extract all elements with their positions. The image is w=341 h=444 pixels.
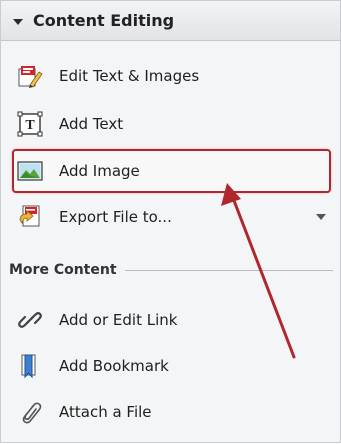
more-content-title: More Content [9,262,117,278]
bookmark-icon [21,354,36,379]
add-text-item[interactable]: T Add Text [17,106,333,142]
add-bookmark-label: Add Bookmark [59,357,169,375]
add-image-label: Add Image [59,162,140,180]
edit-text-images-label: Edit Text & Images [59,67,200,85]
section-divider [124,269,333,271]
export-dropdown-icon[interactable] [316,214,326,220]
export-file-icon [19,205,40,227]
add-edit-link-item[interactable]: Add or Edit Link [17,302,333,338]
attach-file-label: Attach a File [59,403,152,421]
tools-panel: Content Editing Edit Text & Images T Add… [0,0,341,443]
add-bookmark-item[interactable]: Add Bookmark [17,348,333,384]
edit-text-images-icon [18,66,43,88]
content-editing-header[interactable]: Content Editing [1,1,340,41]
export-file-label: Export File to... [59,208,172,226]
edit-text-images-item[interactable]: Edit Text & Images [17,58,333,94]
collapse-caret-icon[interactable] [13,18,23,25]
section-title: Content Editing [33,11,175,30]
link-icon [18,312,42,328]
add-image-item[interactable]: Add Image [17,153,333,189]
paperclip-icon [22,402,42,424]
add-image-icon [17,161,43,181]
add-edit-link-label: Add or Edit Link [59,311,178,329]
more-content-section: More Content [9,259,333,281]
add-text-label: Add Text [59,115,124,133]
add-text-icon: T [17,111,43,137]
export-file-item[interactable]: Export File to... [17,199,333,235]
svg-text:T: T [25,118,35,133]
attach-file-item[interactable]: Attach a File [17,394,333,430]
